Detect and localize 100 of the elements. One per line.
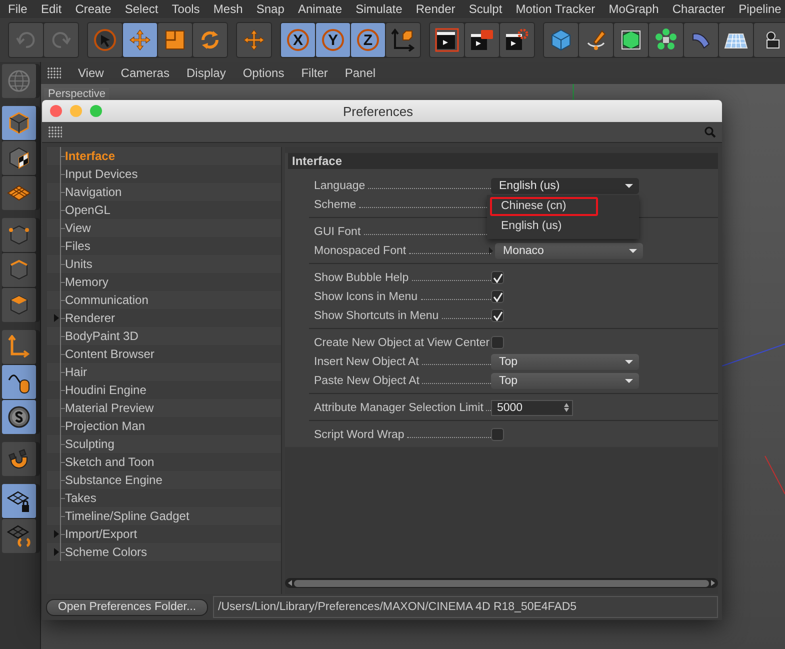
clapperboard-gear-icon xyxy=(505,28,529,52)
tree-item[interactable]: Content Browser xyxy=(65,347,154,361)
menu-item[interactable]: Simulate xyxy=(356,2,402,16)
menu-item[interactable]: Tools xyxy=(172,2,200,16)
tree-item[interactable]: Import/Export xyxy=(65,527,138,541)
scale-icon xyxy=(163,28,187,52)
horizontal-scrollbar[interactable] xyxy=(285,578,718,588)
toolbar-button[interactable] xyxy=(2,141,36,175)
menu-item[interactable]: Create xyxy=(75,2,112,16)
menu-option[interactable]: Chinese (cn) xyxy=(490,196,598,216)
tree-item[interactable]: OpenGL xyxy=(65,203,110,217)
tree-item[interactable]: Takes xyxy=(65,491,96,505)
move-arrows-icon xyxy=(242,28,266,52)
checkbox[interactable] xyxy=(491,428,504,441)
tree-item[interactable]: Sculpting xyxy=(65,437,114,451)
tree-item[interactable]: Interface xyxy=(65,149,116,163)
tree-item[interactable]: Memory xyxy=(65,275,108,289)
menu-item[interactable]: Select xyxy=(124,2,158,16)
axis-arrows-icon xyxy=(7,335,31,359)
toolbar-button[interactable] xyxy=(754,23,785,57)
caret-icon xyxy=(629,248,637,252)
toolbar-button[interactable] xyxy=(2,400,36,434)
s-ball-icon xyxy=(7,405,31,429)
toolbar-button[interactable] xyxy=(430,23,464,57)
menu-item[interactable]: Display xyxy=(186,66,226,80)
toolbar-button[interactable] xyxy=(2,484,36,518)
toolbar-button[interactable]: Y xyxy=(316,23,350,57)
toolbar-button[interactable] xyxy=(2,253,36,287)
menu-option[interactable]: English (us) xyxy=(490,216,598,236)
toolbar-button[interactable]: Z xyxy=(351,23,385,57)
menu-item[interactable]: Options xyxy=(242,66,284,80)
tree-item[interactable]: Houdini Engine xyxy=(65,383,146,397)
axis-lock-icon: Z xyxy=(357,29,379,51)
toolbar-button[interactable] xyxy=(614,23,648,57)
menu-item[interactable]: View xyxy=(78,66,104,80)
move-arrows-icon xyxy=(128,28,152,52)
setting-label: Show Bubble Help xyxy=(314,272,409,284)
tree-item[interactable]: Navigation xyxy=(65,185,122,199)
dropdown[interactable]: Top xyxy=(491,372,639,388)
toolbar-button[interactable] xyxy=(719,23,753,57)
dropdown[interactable]: Monaco xyxy=(495,242,643,258)
checkbox[interactable] xyxy=(491,271,504,284)
setting-label: Attribute Manager Selection Limit xyxy=(314,402,484,414)
toolbar-button[interactable] xyxy=(465,23,499,57)
axis-lock-icon: Y xyxy=(322,29,344,51)
caret-icon xyxy=(625,360,633,364)
cloner-icon xyxy=(654,28,678,52)
toolbar-button[interactable] xyxy=(2,106,36,140)
setting-label: Script Word Wrap xyxy=(314,428,404,440)
axis-arrows-icon xyxy=(391,28,415,52)
tree-item[interactable]: Units xyxy=(65,257,92,271)
tree-item[interactable]: Files xyxy=(65,239,90,253)
menu-item[interactable]: MoGraph xyxy=(608,2,659,16)
dropdown[interactable]: Top xyxy=(491,354,639,370)
menu-item[interactable]: Animate xyxy=(298,2,342,16)
menu-item[interactable]: File xyxy=(8,2,28,16)
menu-item[interactable]: Character xyxy=(672,2,726,16)
setting-label: Show Shortcuts in Menu xyxy=(314,310,439,322)
menu-item[interactable]: Motion Tracker xyxy=(516,2,596,16)
open-folder-button[interactable]: Open Preferences Folder... xyxy=(46,598,208,616)
checkbox[interactable] xyxy=(491,309,504,322)
path-field: /Users/Lion/Library/Preferences/MAXON/CINEMA 4D R18_50E4FAD5 xyxy=(213,596,718,618)
menu-item[interactable]: Pipeline xyxy=(738,2,782,16)
cube-points-icon xyxy=(7,223,31,247)
tree-item[interactable]: Hair xyxy=(65,365,88,379)
setting-label: Monospaced Font xyxy=(314,244,406,256)
setting-label: Create New Object at View Center xyxy=(314,336,490,348)
spinner-icon xyxy=(564,403,569,412)
toolbar-button[interactable]: X xyxy=(281,23,315,57)
toolbar-button[interactable] xyxy=(500,23,534,57)
number-field[interactable]: 5000 xyxy=(491,400,573,416)
menu-item[interactable]: Filter xyxy=(301,66,328,80)
tree-item[interactable]: Sketch and Toon xyxy=(65,455,154,469)
setting-label: Paste New Object At xyxy=(314,374,420,386)
toolbar-button[interactable] xyxy=(2,442,36,476)
toolbar-button[interactable] xyxy=(386,23,420,57)
cursor-icon xyxy=(93,28,117,52)
globe-icon xyxy=(7,69,31,93)
tree-item[interactable]: View xyxy=(65,221,91,235)
setting-label: Language xyxy=(314,180,366,192)
toolbar-button[interactable] xyxy=(2,288,36,322)
menu-item[interactable]: Snap xyxy=(256,2,284,16)
menu-item[interactable]: Sculpt xyxy=(468,2,502,16)
window-title: Preferences xyxy=(342,104,414,118)
checkbox[interactable] xyxy=(491,290,504,303)
tree-item[interactable]: Projection Man xyxy=(65,419,146,433)
caret-icon xyxy=(625,378,633,382)
toolbar-button[interactable] xyxy=(2,365,36,399)
menu-item[interactable]: Mesh xyxy=(213,2,243,16)
menu-item[interactable]: Cameras xyxy=(120,66,170,80)
toolbar-button[interactable] xyxy=(2,519,36,553)
menu-item[interactable]: Panel xyxy=(344,66,376,80)
grid-sync-icon xyxy=(7,524,31,548)
close-button[interactable] xyxy=(50,105,62,117)
menu-item[interactable]: Render xyxy=(416,2,456,16)
tree-item[interactable]: Input Devices xyxy=(65,167,138,181)
tree-item[interactable]: Renderer xyxy=(65,311,116,325)
checkbox[interactable] xyxy=(491,336,504,349)
setting-label: Scheme xyxy=(314,198,356,210)
menu-item[interactable]: Edit xyxy=(40,2,62,16)
